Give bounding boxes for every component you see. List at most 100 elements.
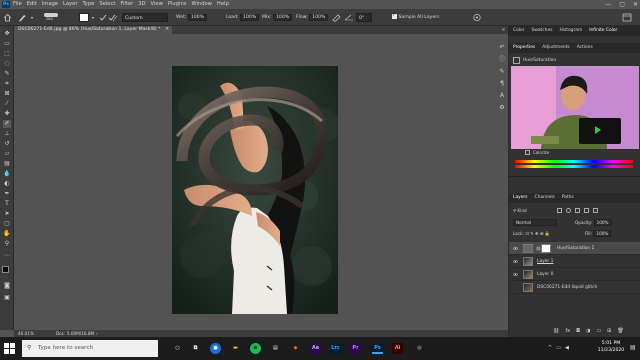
wet-field[interactable]: 100%	[187, 14, 208, 21]
minimize-button[interactable]: —	[605, 0, 611, 9]
visibility-hidden-icon[interactable]	[513, 285, 518, 290]
clean-brush-icon[interactable]	[108, 13, 118, 22]
tab-color[interactable]: Color	[513, 26, 524, 36]
link-layers-icon[interactable]: ⛓	[553, 328, 559, 335]
airbrush-icon[interactable]	[332, 13, 341, 22]
layer-name[interactable]: Layer 0	[537, 268, 553, 281]
glyphs-panel-icon[interactable]: ⚙	[498, 104, 506, 112]
menu-select[interactable]: Select	[99, 0, 115, 9]
paragraph-panel-icon[interactable]: ¶	[498, 80, 506, 88]
after-effects-icon[interactable]: Ae	[310, 343, 321, 354]
menu-edit[interactable]: Edit	[27, 0, 37, 9]
visibility-eye-icon[interactable]	[513, 272, 518, 277]
lasso-tool-icon[interactable]: ◌	[3, 60, 11, 68]
history-panel-icon[interactable]: ↶	[498, 44, 506, 52]
layer-style-icon[interactable]: fx	[565, 328, 570, 335]
gradient-tool-icon[interactable]: ▤	[3, 160, 11, 168]
eraser-tool-icon[interactable]: ▱	[3, 150, 11, 158]
new-layer-icon[interactable]: ⊞	[607, 328, 611, 335]
tab-infinite-color[interactable]: Infinite Color	[589, 26, 617, 36]
tab-histogram[interactable]: Histogram	[559, 26, 582, 36]
frame-tool-icon[interactable]: ⊠	[3, 90, 11, 98]
colorize-row[interactable]: Colorize	[525, 150, 635, 155]
adjustment-filter-icon[interactable]	[566, 208, 571, 213]
brush-settings-icon[interactable]: ✎	[498, 68, 506, 76]
chrome-icon[interactable]: ●	[210, 343, 221, 354]
checkbox-checked-icon[interactable]: ✓	[392, 12, 397, 19]
opacity-control[interactable]: Opacity: 100%	[575, 219, 639, 226]
eyedropper-tool-icon[interactable]: ⁄	[3, 100, 11, 108]
blend-combination-select[interactable]: Custom	[122, 13, 168, 22]
layer-name[interactable]: Hue/Saturation 1	[557, 242, 594, 255]
menu-type[interactable]: Type	[82, 0, 94, 9]
path-selection-tool-icon[interactable]: ➤	[3, 210, 11, 218]
move-tool-icon[interactable]: ✥	[3, 30, 11, 38]
new-group-icon[interactable]: ▭	[596, 328, 601, 335]
angle-field[interactable]: 0°	[356, 13, 372, 22]
history-brush-tool-icon[interactable]: ↺	[3, 140, 11, 148]
spotify-icon[interactable]: ≋	[250, 343, 261, 354]
edit-toolbar-icon[interactable]: ⋯	[3, 252, 11, 260]
file-explorer-icon[interactable]: ▬	[230, 343, 241, 354]
fill-field[interactable]: 100%	[593, 230, 612, 237]
load-chevron-down-icon[interactable]: ▾	[92, 13, 96, 22]
canvas-area[interactable]	[14, 34, 508, 330]
quick-select-tool-icon[interactable]: ✎	[3, 70, 11, 78]
tab-properties[interactable]: Properties	[513, 43, 535, 53]
blur-tool-icon[interactable]: 💧	[3, 170, 11, 178]
pressure-icon[interactable]	[472, 13, 482, 22]
lightroom-classic-icon[interactable]: Lrc	[330, 343, 341, 354]
type-filter-icon[interactable]	[575, 208, 580, 213]
colorize-checkbox[interactable]	[525, 150, 530, 155]
document-canvas-image[interactable]	[172, 66, 338, 314]
dodge-tool-icon[interactable]: ◐	[3, 180, 11, 188]
smart-object-filter-icon[interactable]	[593, 208, 598, 213]
sample-all-layers-toggle[interactable]: ✓ Sample All Layers	[392, 12, 466, 22]
menu-layer[interactable]: Layer	[63, 0, 77, 9]
zoom-tool-icon[interactable]: ⚲	[3, 240, 11, 248]
document-tab[interactable]: DSC06271-Edit.jpg @ 46% (Hue/Saturation …	[14, 26, 172, 34]
notifications-icon[interactable]: ▤	[630, 344, 638, 353]
wet-control[interactable]: Wet: 100%	[176, 13, 226, 22]
clone-stamp-tool-icon[interactable]: ⊥	[3, 130, 11, 138]
pen-tool-icon[interactable]: ✒	[3, 190, 11, 198]
mixer-brush-tool-icon[interactable]: ✐	[3, 120, 11, 128]
volume-icon[interactable]: ◀	[565, 344, 569, 353]
taskbar-search-box[interactable]: ⚲ Type here to search	[22, 340, 158, 357]
menu-3d[interactable]: 3D	[138, 0, 145, 9]
layer-blend-mode-select[interactable]: Normal	[513, 219, 557, 226]
layer-row[interactable]: Layer 0	[509, 268, 640, 281]
collapse-panels-icon[interactable]: «	[502, 26, 505, 34]
photoshop-icon[interactable]: Ps	[372, 343, 383, 354]
fill-control[interactable]: Fill: 100%	[585, 230, 639, 237]
screen-mode-icon[interactable]: ▣	[3, 294, 11, 302]
mix-field[interactable]: 100%	[272, 14, 293, 21]
trash-icon[interactable]: 🗑	[617, 328, 623, 335]
foreground-color-swatch[interactable]	[2, 266, 9, 273]
zoom-level[interactable]: 46.01%	[18, 330, 34, 337]
tab-swatches[interactable]: Swatches	[531, 26, 552, 36]
app-icon[interactable]: ◆	[290, 343, 301, 354]
taskbar-clock[interactable]: 5:01 PM 11/23/2020	[596, 340, 626, 357]
layer-name[interactable]: DSC06271-Edit liquid glitch	[537, 281, 597, 294]
visibility-eye-icon[interactable]	[513, 246, 518, 251]
menu-window[interactable]: Window	[191, 0, 211, 9]
add-mask-icon[interactable]: ◘	[576, 328, 580, 335]
tool-preset-chevron-down-icon[interactable]: ▾	[31, 13, 36, 22]
home-icon[interactable]	[3, 13, 12, 22]
layer-row[interactable]: Layer 1	[509, 255, 640, 268]
artboard-tool-icon[interactable]: ▭	[3, 40, 11, 48]
tab-layers[interactable]: Layers	[513, 193, 528, 203]
layer-row[interactable]: DSC06271-Edit liquid glitch	[509, 281, 640, 294]
mixer-brush-icon[interactable]	[17, 13, 27, 22]
visibility-eye-icon[interactable]	[513, 259, 518, 264]
character-panel-icon[interactable]: A	[498, 92, 506, 100]
type-tool-icon[interactable]: T	[3, 200, 11, 208]
app-circle-icon[interactable]: ◎	[414, 343, 425, 354]
menu-view[interactable]: View	[151, 0, 163, 9]
maximize-button[interactable]: ▢	[619, 0, 625, 9]
menu-help[interactable]: Help	[217, 0, 229, 9]
lock-icon[interactable]: ⊡ ✎ ✥ ⊠ 🔒	[525, 231, 550, 236]
network-icon[interactable]: ▭	[556, 344, 561, 353]
marquee-tool-icon[interactable]: ⬚	[3, 50, 11, 58]
